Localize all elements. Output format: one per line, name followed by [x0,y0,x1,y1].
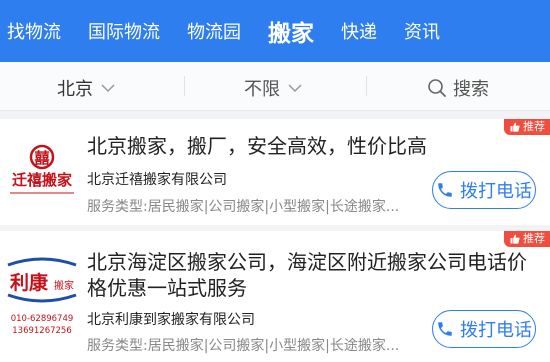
svg-text:010-62896749: 010-62896749 [11,314,74,324]
divider [366,76,367,96]
company-name: 北京迁禧搬家有限公司 [87,172,227,188]
nav-tab-moving[interactable]: 搬家 [268,14,314,48]
nav-tab-logistics-park[interactable]: 物流园 [187,18,241,44]
listing-title[interactable]: 北京海淀区搬家公司，海淀区附近搬家公司电话价格优惠一站式服务 [87,249,537,301]
city-filter[interactable]: 北京 [57,75,115,101]
call-button[interactable]: 拨打电话 [432,171,536,209]
city-filter-label: 北京 [57,79,93,100]
call-button-label: 拨打电话 [460,320,532,341]
thumbs-up-icon [510,234,520,244]
search-button[interactable]: 搜索 [427,75,489,101]
filter-bar: 北京 不限 搜索 [0,62,550,111]
service-types: 服务类型:居民搬家|公司搬家|小型搬家|长途搬家... [87,338,400,354]
thumbs-up-icon [510,122,520,132]
listing-card[interactable]: 推荐 囍 迁禧搬家 北京搬家，搬厂，安全高效，性价比高 北京迁禧搬家有限公司 服… [0,119,550,225]
range-filter-label: 不限 [244,79,280,100]
nav-tab-news[interactable]: 资讯 [404,18,440,44]
company-logo: 利康 搬家 010-62896749 13691267256 [6,251,78,351]
chevron-down-icon [288,84,302,93]
company-name: 北京利康到家搬家有限公司 [87,312,255,328]
phone-icon [438,322,452,336]
svg-text:囍: 囍 [34,149,49,167]
company-logo: 囍 迁禧搬家 [6,135,78,207]
listing-card[interactable]: 推荐 利康 搬家 010-62896749 13691267256 北京海淀区搬… [0,231,550,362]
listing-title[interactable]: 北京搬家，搬厂，安全高效，性价比高 [87,133,537,159]
svg-text:迁禧搬家: 迁禧搬家 [12,171,72,189]
svg-text:13691267256: 13691267256 [12,326,72,336]
phone-icon [438,183,452,197]
service-types: 服务类型:居民搬家|公司搬家|小型搬家|长途搬家... [87,199,400,215]
nav-tab-international-logistics[interactable]: 国际物流 [88,18,160,44]
call-button[interactable]: 拨打电话 [432,310,536,348]
range-filter[interactable]: 不限 [244,75,302,101]
nav-tab-find-logistics[interactable]: 找物流 [7,18,61,44]
recommend-badge-label: 推荐 [523,232,545,245]
top-nav: 找物流 国际物流 物流园 搬家 快递 资讯 [0,0,550,62]
recommend-badge: 推荐 [504,231,550,247]
divider [184,76,185,96]
svg-text:利康: 利康 [10,271,49,294]
search-label: 搜索 [453,79,489,100]
search-icon [428,79,446,97]
svg-text:搬家: 搬家 [54,279,74,292]
chevron-down-icon [101,84,115,93]
call-button-label: 拨打电话 [460,181,532,202]
nav-tab-express[interactable]: 快递 [341,18,377,44]
